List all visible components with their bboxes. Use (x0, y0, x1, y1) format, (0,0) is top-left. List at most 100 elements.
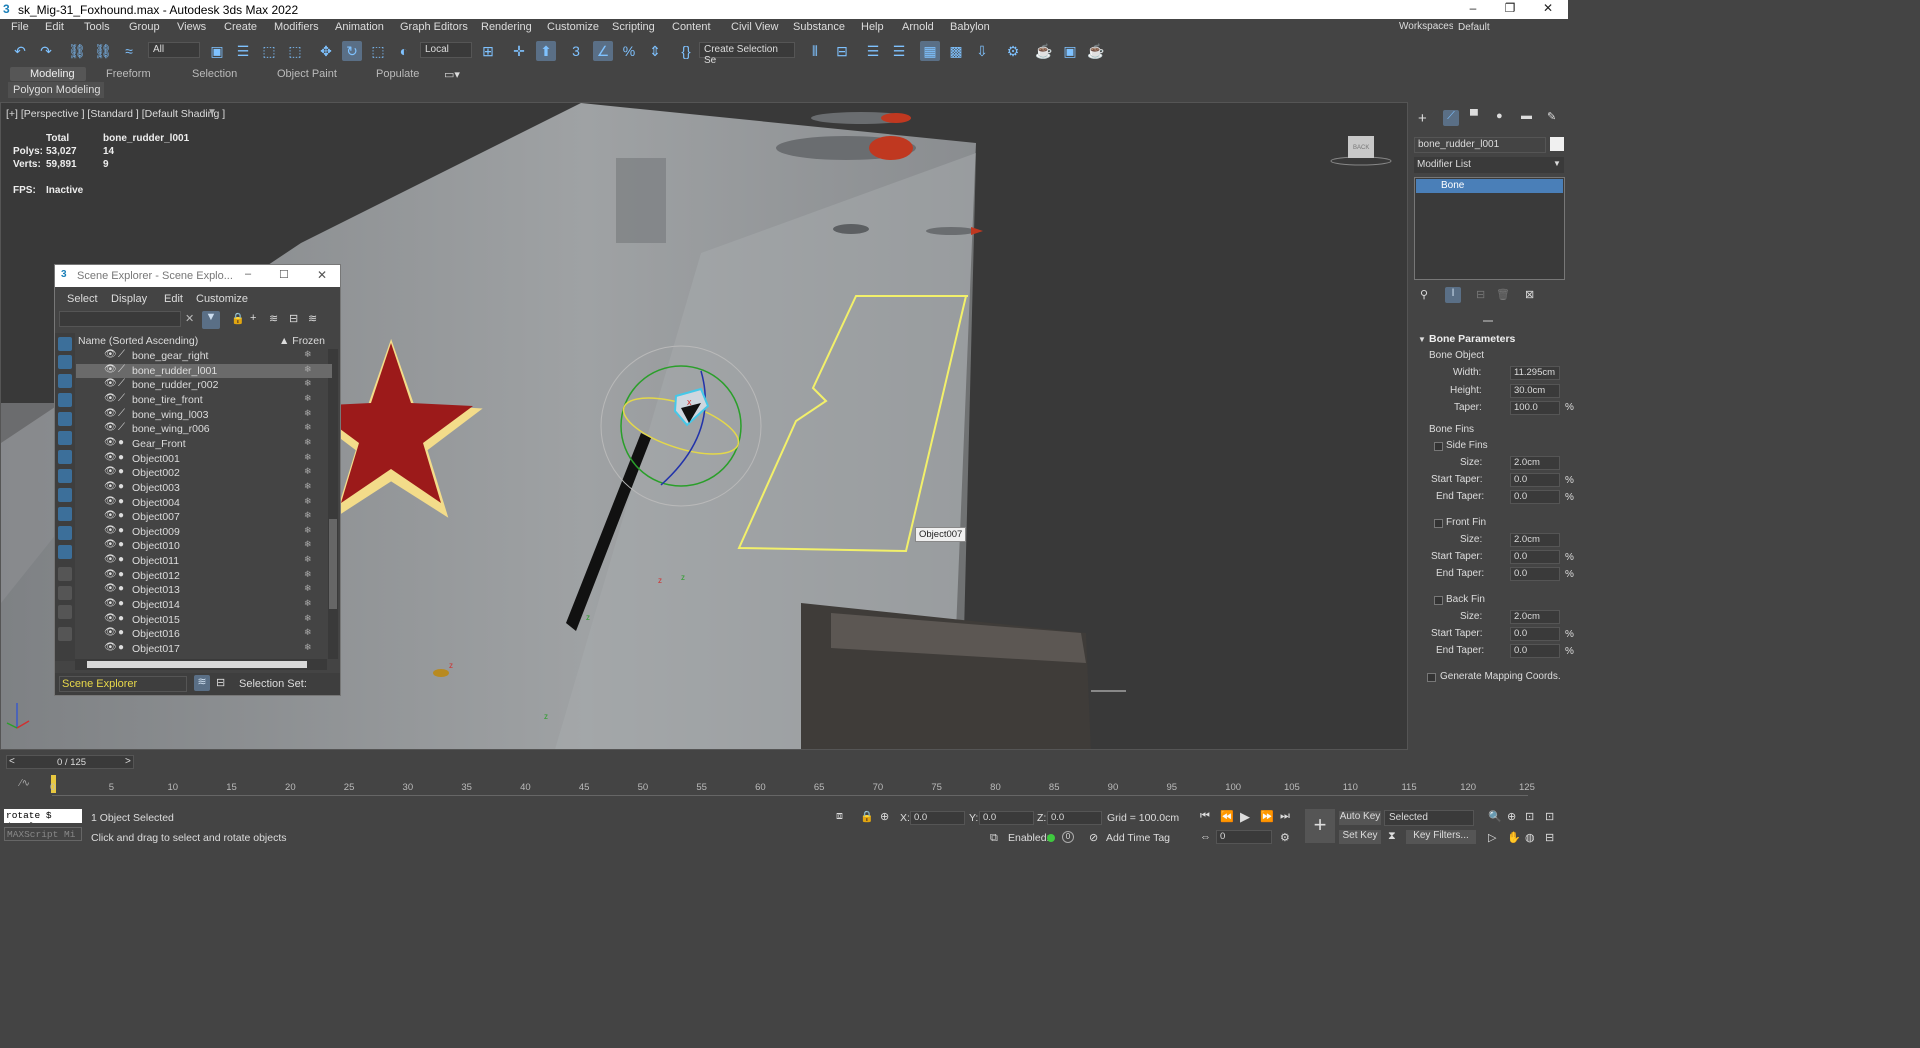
go-to-end-icon[interactable]: ⏭ (1280, 810, 1290, 823)
taper-spinner[interactable]: 100.0 (1510, 401, 1560, 415)
visibility-eye-icon[interactable]: 👁 (104, 452, 117, 463)
selection-lock-icon[interactable]: 🔒 (860, 810, 874, 823)
go-to-start-icon[interactable]: ⏮ (1200, 810, 1210, 823)
list-item[interactable]: 👁 ⟋ bone_rudder_r002 ❄ (76, 378, 332, 393)
track-bar[interactable] (52, 774, 1528, 796)
list-item[interactable]: 👁 ● Object011 ❄ (76, 554, 332, 569)
list-item[interactable]: 👁 ⟋ bone_gear_right ❄ (76, 349, 332, 364)
filter-icon[interactable]: ▼ (202, 311, 220, 329)
list-item[interactable]: 👁 ● Object014 ❄ (76, 598, 332, 613)
back-start-taper-spinner[interactable]: 0.0 (1510, 627, 1560, 641)
close-icon[interactable]: ✕ (317, 268, 327, 282)
visibility-eye-icon[interactable]: 👁 (104, 422, 117, 433)
display-hidden-icon[interactable] (58, 545, 72, 559)
pan-icon[interactable]: ✋ (1507, 831, 1521, 844)
frozen-icon[interactable]: ❄ (304, 496, 312, 507)
time-slider[interactable]: < 0 / 125 > (6, 755, 134, 769)
visibility-eye-icon[interactable]: 👁 (104, 510, 117, 521)
isolate-icon[interactable]: ⧈ (836, 810, 843, 823)
visibility-eye-icon[interactable]: 👁 (104, 378, 117, 389)
list-item[interactable]: 👁 ● Object002 ❄ (76, 466, 332, 481)
key-mode-icon[interactable]: ⇔ (1200, 831, 1211, 843)
absolute-mode-icon[interactable]: ⊕ (880, 810, 889, 823)
rollout-collapse-icon[interactable]: ▼ (1418, 335, 1426, 344)
se-menu-select[interactable]: Select (67, 293, 98, 305)
remove-modifier-icon[interactable]: 🗑 (1496, 288, 1510, 301)
menu-create[interactable]: Create (224, 21, 257, 33)
display-geometry-icon[interactable] (58, 337, 72, 351)
scene-explorer-titlebar[interactable]: 3 Scene Explorer - Scene Explo... – ☐ ✕ (55, 265, 340, 287)
frozen-icon[interactable]: ❄ (304, 408, 312, 419)
tab-modeling[interactable]: Modeling (30, 68, 75, 80)
display-frozen-icon[interactable] (58, 526, 72, 540)
zoom-all-icon[interactable]: ⊕ (1507, 810, 1516, 823)
frozen-icon[interactable]: ❄ (304, 422, 312, 433)
list-item[interactable]: 👁 ● Object012 ❄ (76, 569, 332, 584)
se-hscroll-thumb[interactable] (87, 661, 307, 668)
menu-customize[interactable]: Customize (547, 21, 599, 33)
key-selected-dropdown[interactable]: Selected (1384, 810, 1474, 826)
close-icon[interactable]: ✕ (1533, 1, 1563, 15)
keyboard-shortcut-override-icon[interactable]: ⬆ (536, 41, 556, 61)
filter-options-icon[interactable] (58, 627, 72, 641)
visibility-eye-icon[interactable]: 👁 (104, 627, 117, 638)
stack-icon[interactable]: ≋ (308, 312, 317, 325)
curve-editor-mini-icon[interactable]: ⁄∿ (20, 778, 30, 789)
frozen-icon[interactable]: ❄ (304, 642, 312, 653)
frozen-icon[interactable]: ❄ (304, 554, 312, 565)
frozen-icon[interactable]: ❄ (304, 393, 312, 404)
display-spacewarps-icon[interactable] (58, 431, 72, 445)
visibility-eye-icon[interactable]: 👁 (104, 437, 117, 448)
mirror-icon[interactable]: ⫴ (805, 41, 825, 61)
visibility-eye-icon[interactable]: 👁 (104, 393, 117, 404)
display-groups-icon[interactable] (58, 450, 72, 464)
bone-parameters-title[interactable]: Bone Parameters (1429, 333, 1515, 345)
curve-editor-icon[interactable]: ▦ (920, 41, 940, 61)
modify-tab-icon[interactable]: ⟋ (1443, 110, 1459, 126)
undo-icon[interactable]: ↶ (10, 41, 30, 61)
rotate-icon[interactable]: ↻ (342, 41, 362, 61)
frozen-icon[interactable]: ❄ (304, 613, 312, 624)
front-end-taper-spinner[interactable]: 0.0 (1510, 567, 1560, 581)
minimize-icon[interactable]: – (1458, 1, 1488, 15)
side-size-spinner[interactable]: 2.0cm (1510, 456, 1560, 470)
menu-babylon[interactable]: Babylon (950, 21, 990, 33)
new-layer-icon[interactable]: + (250, 312, 256, 324)
list-item[interactable]: 👁 ⟋ bone_tire_front ❄ (76, 393, 332, 408)
menu-rendering[interactable]: Rendering (481, 21, 532, 33)
tab-populate[interactable]: Populate (376, 68, 419, 80)
se-hscrollbar[interactable] (75, 659, 327, 670)
back-fin-checkbox[interactable] (1434, 596, 1443, 605)
restore-icon[interactable]: ❐ (1495, 1, 1525, 15)
field-of-view-icon[interactable]: ▷ (1488, 831, 1496, 844)
back-size-spinner[interactable]: 2.0cm (1510, 610, 1560, 624)
configure-sets-icon[interactable]: ⊠ (1525, 288, 1534, 301)
frozen-icon[interactable]: ❄ (304, 627, 312, 638)
stack-item-bone[interactable]: Bone (1416, 179, 1563, 193)
menu-substance[interactable]: Substance (793, 21, 845, 33)
list-item[interactable]: 👁 ● Object013 ❄ (76, 583, 332, 598)
tab-selection[interactable]: Selection (192, 68, 237, 80)
display-bones-icon[interactable] (58, 488, 72, 502)
bind-spacewarp-icon[interactable]: ≈ (119, 41, 139, 61)
list-item[interactable]: 👁 ● Object007 ❄ (76, 510, 332, 525)
frozen-icon[interactable]: ❄ (304, 510, 312, 521)
show-end-result-icon[interactable]: I (1445, 287, 1461, 303)
frozen-icon[interactable]: ❄ (304, 378, 312, 389)
list-item[interactable]: 👁 ⟋ bone_rudder_l001 ❄ (76, 363, 332, 379)
hierarchy-tab-icon[interactable]: ▀ (1470, 110, 1478, 122)
modifier-stack[interactable]: Bone (1414, 177, 1565, 280)
lock-icon[interactable]: 🔒 (231, 312, 245, 325)
visibility-eye-icon[interactable]: 👁 (104, 364, 117, 375)
place-icon[interactable]: ◐ (394, 41, 414, 61)
unlink-icon[interactable]: ⛓ (93, 41, 113, 61)
polygon-modeling-panel[interactable]: Polygon Modeling (8, 82, 104, 98)
reference-coord-dropdown[interactable]: Local (420, 42, 472, 58)
visibility-eye-icon[interactable]: 👁 (104, 481, 117, 492)
angle-snap-icon[interactable]: ∠ (593, 41, 613, 61)
enabled-indicator[interactable] (1047, 834, 1055, 842)
z-coord-field[interactable]: 0.0 (1047, 811, 1102, 825)
se-menu-customize[interactable]: Customize (196, 293, 248, 305)
list-item[interactable]: 👁 ● Object017 ❄ (76, 642, 332, 657)
frozen-icon[interactable]: ❄ (304, 525, 312, 536)
